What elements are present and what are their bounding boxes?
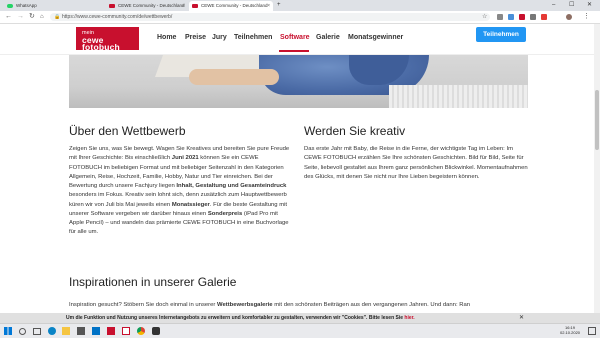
- tab-label: CEWE Community - Deutschland: [118, 3, 185, 8]
- teilnehmen-button[interactable]: Teilnehmen: [476, 27, 526, 42]
- arm-shape: [189, 69, 279, 85]
- section-heading-galerie: Inspirationen in unserer Galerie: [69, 275, 237, 289]
- taskbar: 16:19 02.10.2020: [0, 323, 600, 338]
- search-icon[interactable]: [19, 328, 26, 335]
- whatsapp-icon: [7, 4, 13, 8]
- extension-icon[interactable]: [497, 14, 503, 20]
- galerie-text: Inspiration gesucht? Stöbern Sie doch ei…: [69, 302, 471, 308]
- browser-tab-bar: WhatsApp CEWE Community - Deutschland × …: [0, 0, 600, 11]
- url-bar[interactable]: 🔒 https://www.cewe-community.com/de/wett…: [50, 13, 490, 21]
- extension-icon[interactable]: [530, 14, 536, 20]
- extension-icon[interactable]: [541, 14, 547, 20]
- cewe-favicon-icon: [192, 4, 198, 8]
- url-text: https://www.cewe-community.com/de/wettbe…: [62, 14, 173, 20]
- address-row: ← → ↻ ⌂ 🔒 https://www.cewe-community.com…: [0, 11, 600, 24]
- menu-icon[interactable]: ⋮: [583, 12, 590, 22]
- home-icon[interactable]: ⌂: [40, 12, 44, 22]
- active-nav-underline: [279, 50, 309, 52]
- extension-icon[interactable]: [519, 14, 525, 20]
- close-tab-icon[interactable]: ×: [182, 1, 185, 11]
- cewe-favicon-icon: [109, 4, 115, 8]
- logo-brand: cewe fotobuch: [82, 35, 120, 52]
- reload-icon[interactable]: ↻: [29, 12, 35, 22]
- cewe-logo[interactable]: mein cewe fotobuch: [76, 27, 139, 52]
- tab-cewe-2[interactable]: CEWE Community - Deutschland ×: [189, 1, 273, 11]
- hero-image: [69, 55, 528, 108]
- maximize-icon[interactable]: ☐: [569, 0, 574, 10]
- nav-monatsgewinner[interactable]: Monatsgewinner: [348, 34, 403, 41]
- clock-date: 02.10.2020: [560, 330, 581, 335]
- edge-icon[interactable]: [48, 327, 56, 335]
- tab-cewe-1[interactable]: CEWE Community - Deutschland ×: [106, 1, 188, 11]
- profile-avatar[interactable]: [566, 14, 572, 20]
- new-tab-icon[interactable]: +: [277, 0, 281, 10]
- cewe-app-icon[interactable]: [122, 327, 130, 335]
- back-icon[interactable]: ←: [5, 12, 12, 22]
- store-icon[interactable]: [77, 327, 85, 335]
- cookie-text: Um die Funktion und Nutzung unseres Inte…: [66, 315, 415, 321]
- nav-jury[interactable]: Jury: [212, 34, 227, 41]
- kreativ-text: Das erste Jahr mit Baby, die Reise in di…: [304, 146, 528, 180]
- page-scrollbar[interactable]: [594, 24, 600, 313]
- nav-teilnehmen[interactable]: Teilnehmen: [234, 34, 272, 41]
- cookie-banner: Um die Funktion und Nutzung unseres Inte…: [0, 313, 600, 323]
- extension-icon[interactable]: [508, 14, 514, 20]
- windows-start-icon[interactable]: [4, 327, 12, 335]
- close-icon[interactable]: ✕: [519, 313, 524, 323]
- forward-icon[interactable]: →: [17, 12, 24, 22]
- cookie-link[interactable]: hier.: [404, 315, 414, 321]
- galerie-link[interactable]: Wettbewerbsgalerie: [217, 302, 273, 308]
- nav-preise[interactable]: Preise: [185, 34, 206, 41]
- rug-shape: [389, 85, 528, 108]
- nav-software[interactable]: Software: [280, 34, 310, 41]
- mail-icon[interactable]: [92, 327, 100, 335]
- nav-home[interactable]: Home: [157, 34, 176, 41]
- task-view-icon[interactable]: [33, 328, 41, 335]
- tab-label: WhatsApp: [16, 3, 37, 8]
- settings-icon[interactable]: [152, 327, 160, 335]
- tab-label: CEWE Community - Deutschland: [201, 3, 268, 8]
- close-window-icon[interactable]: ✕: [587, 0, 592, 10]
- bookmark-star-icon[interactable]: ☆: [482, 12, 487, 22]
- scrollbar-thumb[interactable]: [595, 90, 599, 150]
- cewe-app-icon[interactable]: [107, 327, 115, 335]
- nav-galerie[interactable]: Galerie: [316, 34, 340, 41]
- close-tab-icon[interactable]: ×: [267, 1, 270, 11]
- minimize-icon[interactable]: –: [552, 0, 555, 10]
- clock[interactable]: 16:19 02.10.2020: [560, 325, 580, 335]
- chrome-icon[interactable]: [137, 327, 145, 335]
- section-heading-wettbewerb: Über den Wettbewerb: [69, 124, 186, 138]
- tab-whatsapp[interactable]: WhatsApp: [4, 1, 56, 11]
- notification-icon[interactable]: [588, 327, 596, 335]
- file-explorer-icon[interactable]: [62, 327, 70, 335]
- section-heading-kreativ: Werden Sie kreativ: [304, 124, 406, 138]
- lock-icon: 🔒: [54, 14, 61, 20]
- wettbewerb-text: Zeigen Sie uns, was Sie bewegt. Wagen Si…: [69, 146, 290, 236]
